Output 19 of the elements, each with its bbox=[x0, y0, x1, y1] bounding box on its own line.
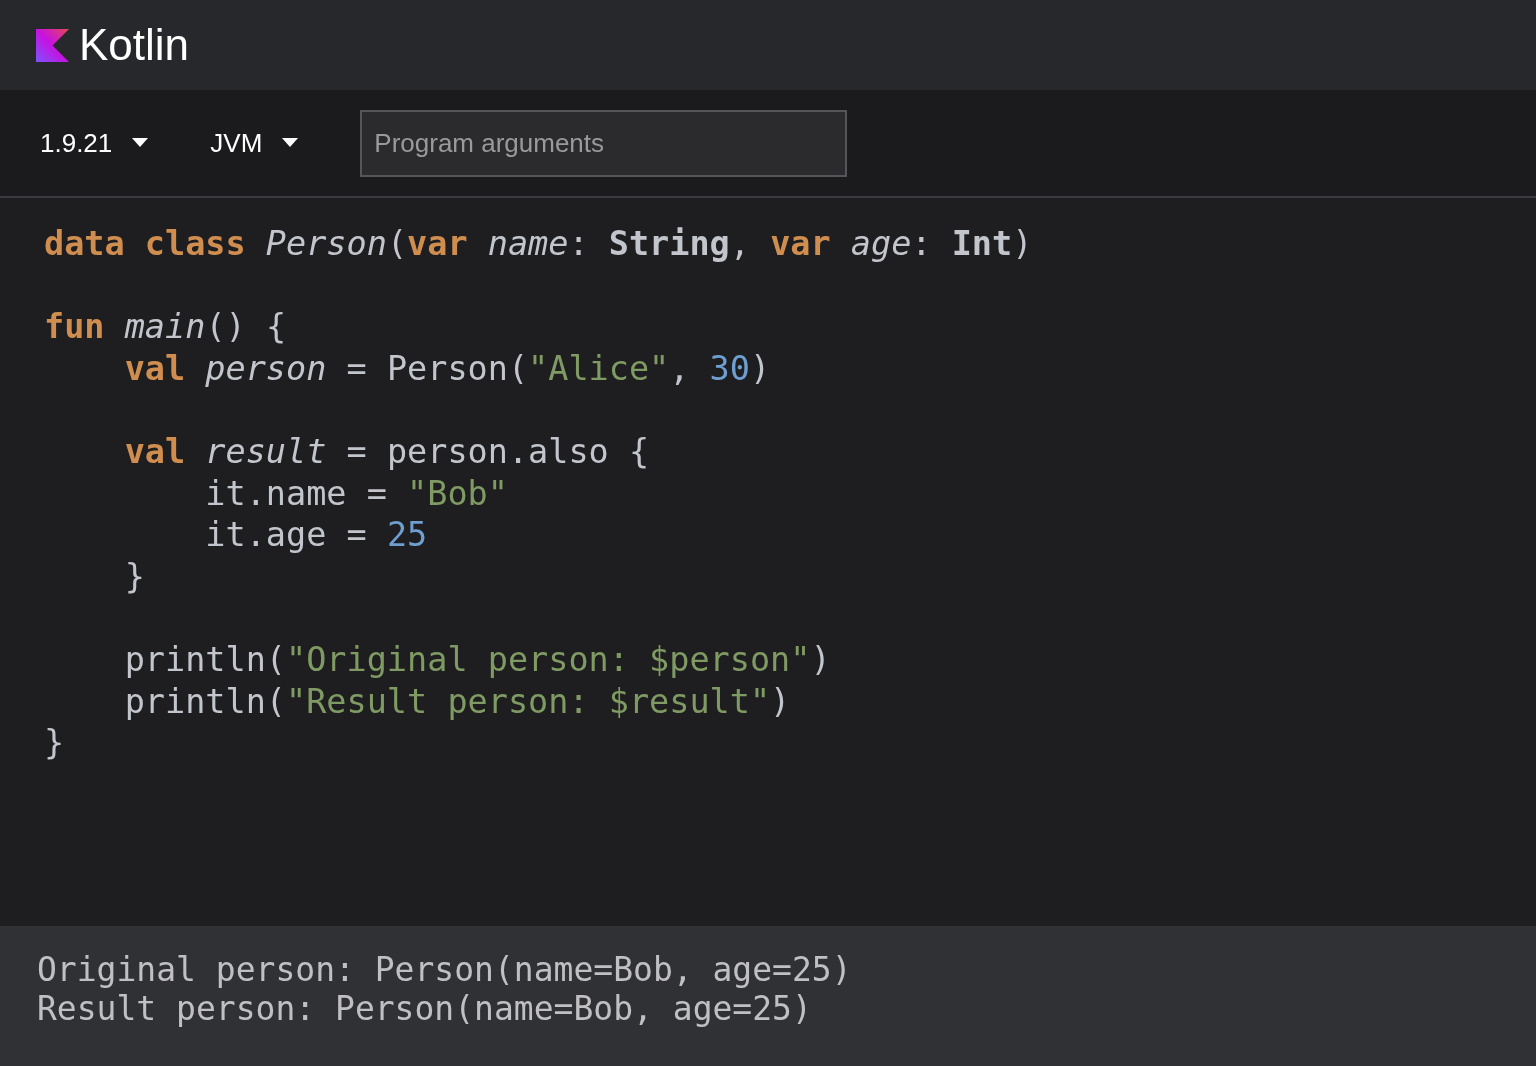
code-line: println("Original person: $person") bbox=[123, 638, 831, 681]
code-line: val result = person.also { bbox=[123, 430, 650, 473]
program-arguments-field[interactable]: Program arguments bbox=[360, 109, 848, 177]
output-line: Result person: Person(name=Bob, age=25) bbox=[37, 989, 812, 1028]
version-dropdown[interactable]: 1.9.21 bbox=[40, 123, 149, 163]
brand-name[interactable]: Kotlin bbox=[79, 23, 190, 67]
code-line: } bbox=[44, 722, 65, 764]
code-line: println("Result person: $result") bbox=[123, 680, 791, 723]
code-line: it.age = 25 bbox=[204, 514, 428, 556]
code-line: data class Person(var name: String, var age: Int) bbox=[44, 223, 1033, 265]
output-line: Original person: Person(name=Bob, age=25) bbox=[37, 950, 852, 989]
code-line: val person = Person("Alice", 30) bbox=[123, 347, 771, 390]
caret-icon bbox=[132, 138, 149, 148]
code-line: it.name = "Bob" bbox=[204, 472, 508, 515]
code-line: fun main() { bbox=[44, 306, 287, 348]
platform-dropdown[interactable]: JVM bbox=[210, 123, 299, 163]
code-line: } bbox=[123, 555, 145, 598]
logo-icon bbox=[36, 28, 69, 62]
caret-icon bbox=[282, 138, 299, 148]
